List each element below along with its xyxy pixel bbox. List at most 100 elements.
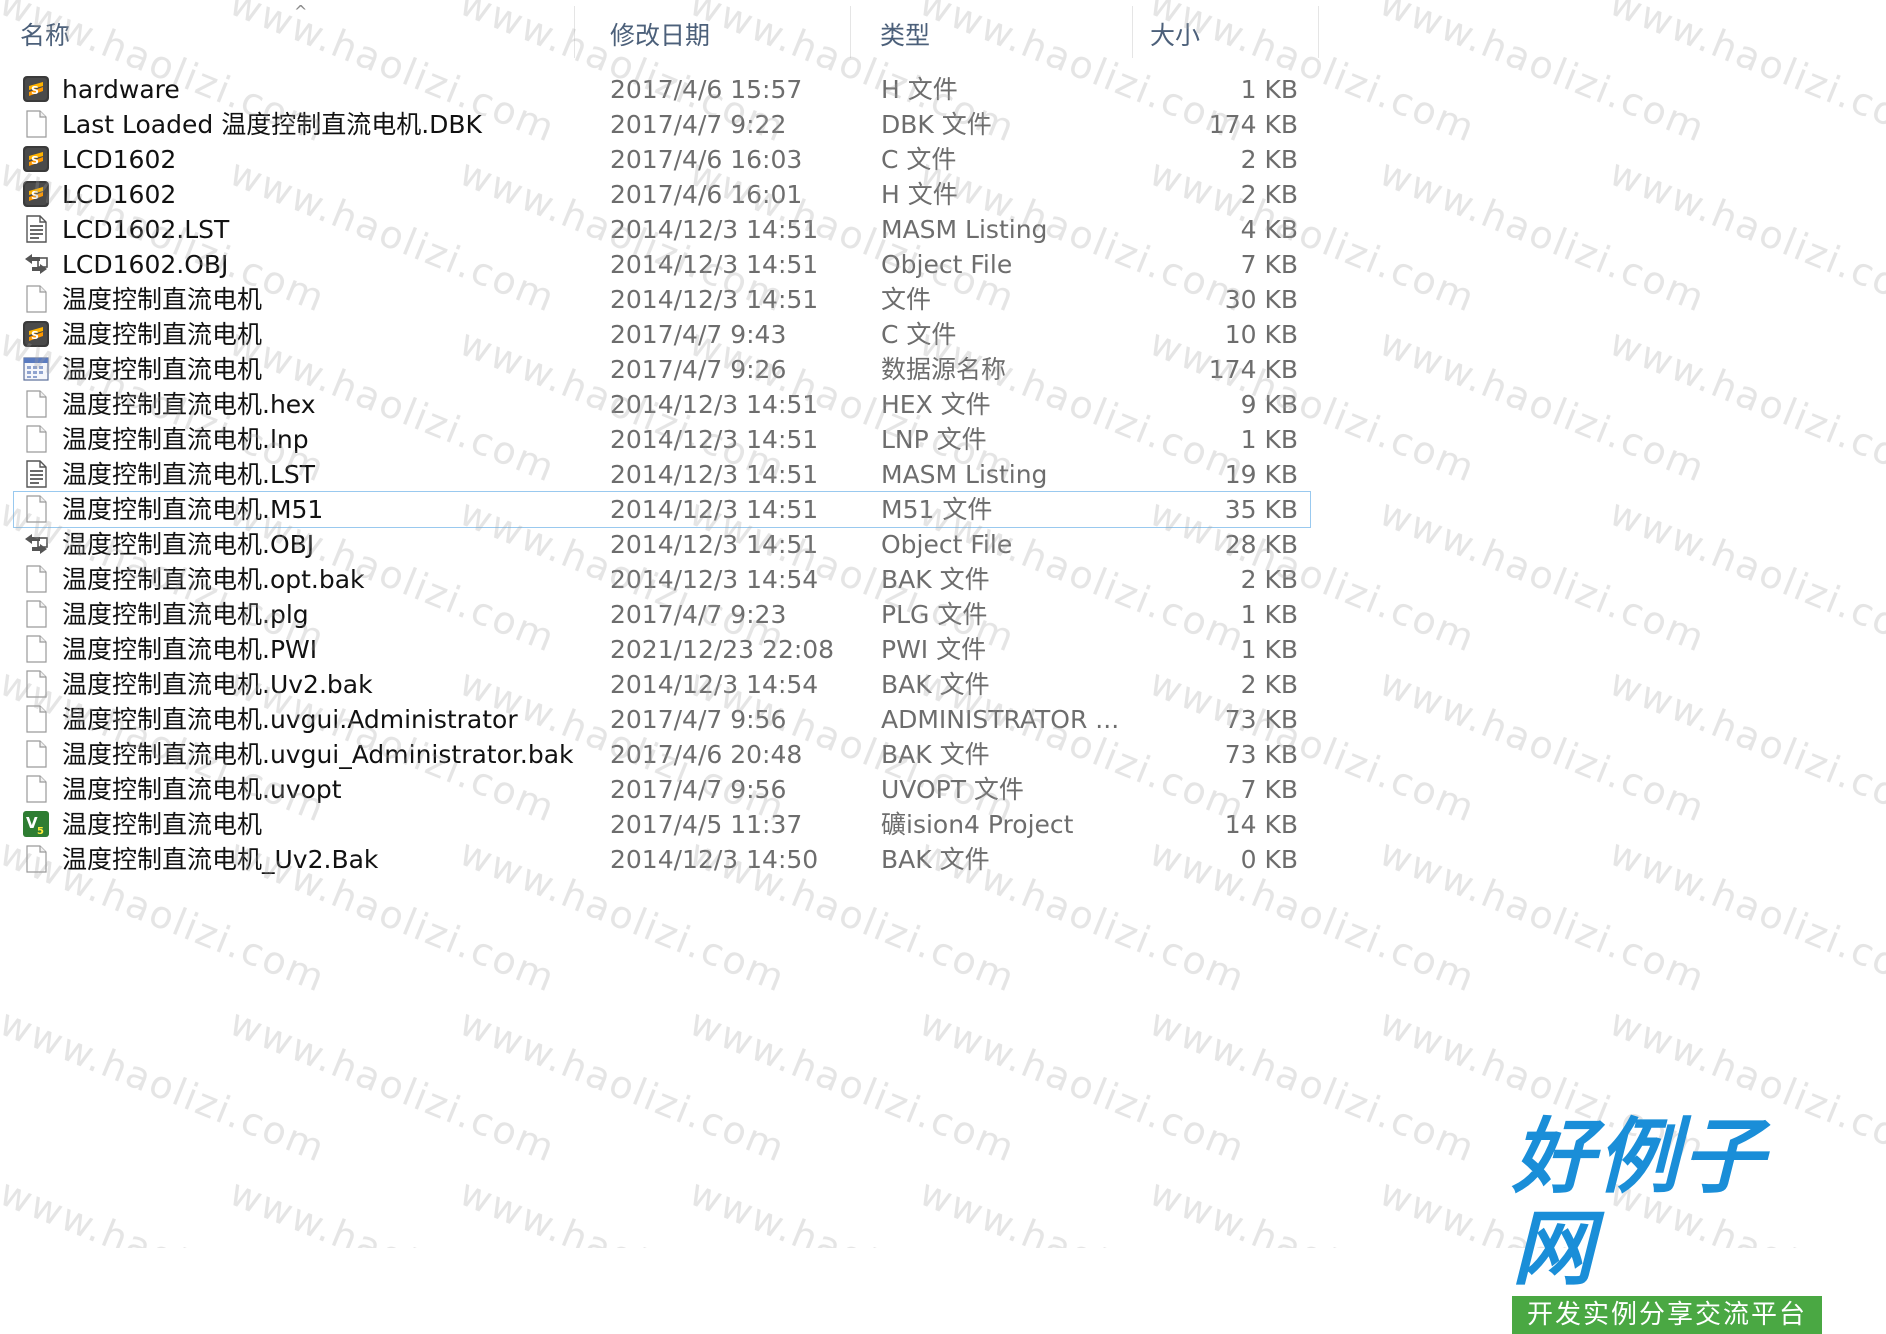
file-row[interactable]: 温度控制直流电机.M51 2014/12/3 14:51 M51 文件 35 KB [13, 491, 1311, 528]
file-name: 温度控制直流电机.uvgui_Administrator.bak [62, 740, 574, 769]
file-size: 28 KB [1224, 530, 1298, 559]
watermark-text: www.haolizi.com [1603, 320, 1886, 491]
file-row[interactable]: 温度控制直流电机.OBJ 2014/12/3 14:51 Object File 28… [14, 527, 1310, 562]
file-row[interactable]: 温度控制直流电机.lnp 2014/12/3 14:51 LNP 文件 1 KB [14, 422, 1310, 457]
file-size: 7 KB [1240, 250, 1298, 279]
file-type: 礦ision4 Project [881, 810, 1074, 839]
file-modified-date: 2017/4/6 16:01 [610, 180, 803, 209]
file-type: Object File [881, 530, 1013, 559]
file-row[interactable]: LCD1602.LST 2014/12/3 14:51 MASM Listing 4 … [14, 212, 1310, 247]
object-file-icon [22, 250, 50, 278]
file-size: 174 KB [1208, 110, 1298, 139]
blank-file-icon [22, 565, 50, 593]
file-size: 19 KB [1224, 460, 1298, 489]
file-modified-date: 2014/12/3 14:51 [610, 390, 819, 419]
file-row[interactable]: 温度控制直流电机.LST 2014/12/3 14:51 MASM Listing 1… [14, 457, 1310, 492]
file-name: 温度控制直流电机 [62, 320, 263, 349]
column-header-name[interactable]: 名称 [20, 16, 70, 52]
file-modified-date: 2017/4/7 9:56 [610, 775, 787, 804]
file-size: 2 KB [1240, 180, 1298, 209]
file-size: 2 KB [1240, 145, 1298, 174]
column-divider[interactable] [850, 6, 851, 58]
file-modified-date: 2017/4/5 11:37 [610, 810, 803, 839]
file-name: Last Loaded 温度控制直流电机.DBK [62, 110, 482, 139]
file-row[interactable]: 温度控制直流电机.hex 2014/12/3 14:51 HEX 文件 9 KB [14, 387, 1310, 422]
file-size: 73 KB [1224, 705, 1298, 734]
file-row[interactable]: Last Loaded 温度控制直流电机.DBK 2017/4/7 9:22 DBK… [14, 107, 1310, 142]
watermark-text: www.haolizi.com [454, 1170, 793, 1248]
file-row[interactable]: 温度控制直流电机.opt.bak 2014/12/3 14:54 BAK 文件 2 K… [14, 562, 1310, 597]
watermark-text: www.haolizi.com [223, 1000, 563, 1171]
file-row[interactable]: 温度控制直流电机.plg 2017/4/7 9:23 PLG 文件 1 KB [14, 597, 1310, 632]
file-size: 2 KB [1240, 565, 1298, 594]
file-row[interactable]: V 5 温度控制直流电机 2017/4/5 11:37 礦ision4 Project 1… [14, 807, 1310, 842]
file-modified-date: 2014/12/3 14:51 [610, 285, 819, 314]
uvision-icon: V5 [22, 810, 50, 838]
file-modified-date: 2014/12/3 14:51 [610, 495, 819, 524]
file-type: PWI 文件 [881, 635, 987, 664]
file-type: M51 文件 [881, 495, 993, 524]
file-modified-date: 2014/12/3 14:51 [610, 425, 819, 454]
file-row[interactable]: S LCD1602 2017/4/6 16:01 H 文件 2 KB [14, 177, 1310, 212]
watermark-text: www.haolizi.com [684, 1170, 1023, 1248]
file-modified-date: 2017/4/7 9:43 [610, 320, 787, 349]
file-size: 1 KB [1240, 600, 1298, 629]
watermark-text: www.haolizi.com [1603, 490, 1886, 661]
file-type: C 文件 [881, 320, 957, 349]
file-modified-date: 2014/12/3 14:51 [610, 460, 819, 489]
file-name: 温度控制直流电机 [62, 285, 263, 314]
file-type: UVOPT 文件 [881, 775, 1024, 804]
file-type: BAK 文件 [881, 740, 990, 769]
text-file-icon [22, 460, 50, 488]
file-row[interactable]: S LCD1602 2017/4/6 16:03 C 文件 2 KB [14, 142, 1310, 177]
file-name: 温度控制直流电机.lnp [62, 425, 309, 454]
blank-file-icon [22, 425, 50, 453]
column-header-type[interactable]: 类型 [880, 16, 930, 52]
file-type: MASM Listing [881, 215, 1048, 244]
column-divider[interactable] [574, 6, 575, 58]
svg-text:S: S [31, 189, 39, 202]
sublime-icon: S [22, 180, 50, 208]
sublime-icon: S [22, 75, 50, 103]
file-type: PLG 文件 [881, 600, 988, 629]
file-row[interactable]: 温度控制直流电机.uvgui_Administrator.bak 2017/4/6… [14, 737, 1310, 772]
file-name: LCD1602 [62, 180, 177, 209]
sublime-icon: S [22, 320, 50, 348]
file-row[interactable]: 温度控制直流电机 2017/4/7 9:26 数据源名称 174 KB [14, 352, 1310, 387]
svg-text:S: S [31, 84, 39, 97]
file-row[interactable]: 温度控制直流电机.uvopt 2017/4/7 9:56 UVOPT 文件 7 KB [14, 772, 1310, 807]
file-type: ADMINISTRATOR ... [881, 705, 1120, 734]
file-name: 温度控制直流电机.uvopt [62, 775, 342, 804]
file-name: LCD1602 [62, 145, 177, 174]
file-row[interactable]: S 温度控制直流电机 2017/4/7 9:43 C 文件 10 KB [14, 317, 1310, 352]
watermark-text: www.haolizi.com [1603, 150, 1886, 321]
file-row[interactable]: 温度控制直流电机.PWI 2021/12/23 22:08 PWI 文件 1 KB [14, 632, 1310, 667]
blank-file-icon [22, 390, 50, 418]
file-row[interactable]: 温度控制直流电机.uvgui.Administrator 2017/4/7 9:5… [14, 702, 1310, 737]
column-divider[interactable] [1318, 6, 1319, 58]
file-name: 温度控制直流电机_Uv2.Bak [62, 845, 379, 874]
file-type: C 文件 [881, 145, 957, 174]
column-header-size[interactable]: 大小 [1150, 16, 1200, 52]
watermark-text: www.haolizi.com [1373, 660, 1713, 831]
file-name: hardware [62, 75, 180, 104]
file-name: 温度控制直流电机.hex [62, 390, 316, 419]
file-row[interactable]: LCD1602.OBJ 2014/12/3 14:51 Object File 7 K… [14, 247, 1310, 282]
file-type: BAK 文件 [881, 845, 990, 874]
file-type: LNP 文件 [881, 425, 987, 454]
file-type: BAK 文件 [881, 670, 990, 699]
watermark-text: www.haolizi.com [1373, 830, 1713, 1001]
file-row[interactable]: 温度控制直流电机 2014/12/3 14:51 文件 30 KB [14, 282, 1310, 317]
file-type: 文件 [881, 285, 932, 314]
watermark-text: www.haolizi.com [1373, 150, 1713, 321]
file-size: 14 KB [1224, 810, 1298, 839]
file-row[interactable]: 温度控制直流电机_Uv2.Bak 2014/12/3 14:50 BAK 文件 0 K… [14, 842, 1310, 877]
file-row[interactable]: 温度控制直流电机.Uv2.bak 2014/12/3 14:54 BAK 文件 2 K… [14, 667, 1310, 702]
logo-subtitle: 开发实例分享交流平台 [1512, 1296, 1822, 1334]
watermark-text: www.haolizi.com [1373, 490, 1713, 661]
column-header-date[interactable]: 修改日期 [610, 16, 710, 52]
file-size: 174 KB [1208, 355, 1298, 384]
file-type: MASM Listing [881, 460, 1048, 489]
column-divider[interactable] [1132, 6, 1133, 58]
file-row[interactable]: Shardware 2017/4/6 15:57 H 文件 1 KB [14, 72, 1310, 107]
